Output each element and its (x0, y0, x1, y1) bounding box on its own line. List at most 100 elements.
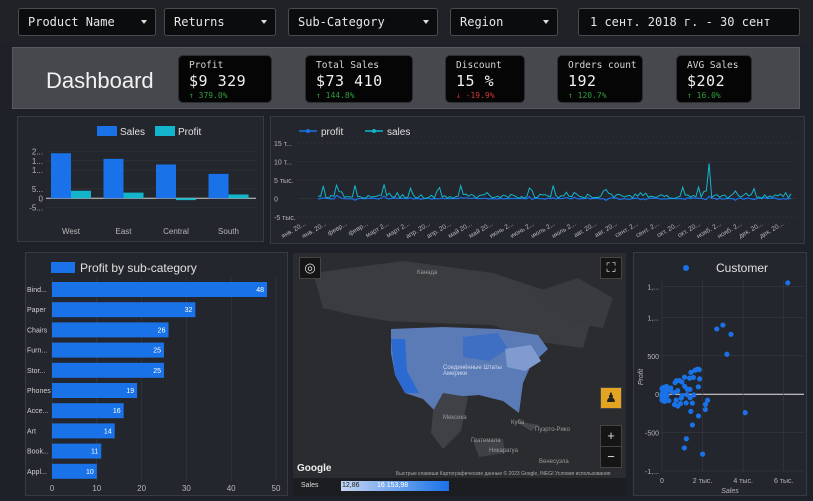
scatter-point (678, 395, 684, 401)
timeseries-panel: profit sales 15 т... 10 т... 5 тыс. 0 -5 тыс. я… (270, 116, 805, 244)
x-tick-label: февр... (326, 221, 348, 238)
x-tick-label: авг. 20... (573, 221, 598, 240)
sub-category-filter[interactable]: Sub-Category (288, 8, 438, 36)
customer-scatter-chart: Customer1,...1,...5000-500-1,...0 2 тыс. 4… (638, 261, 804, 495)
x-tick-label: 2 тыс. (693, 478, 713, 485)
legend-label-profit: Profit (178, 127, 202, 138)
y-tick-label: Paper (27, 307, 46, 314)
x-tick-label: 30 (182, 484, 191, 493)
y-tick-label: 10 т... (274, 160, 292, 167)
bar-data-label: 48 (256, 287, 264, 294)
date-range-label: 1 сент. 2018 г. - 30 сент (590, 15, 771, 29)
y-tick-label: 0 (274, 197, 278, 204)
pegman-icon[interactable]: ♟ (600, 387, 622, 409)
y-tick-label: 5 тыс. (274, 178, 294, 185)
x-tick-label: 6 тыс. (774, 478, 794, 485)
bar-profit-west (71, 190, 91, 199)
legend-marker (683, 265, 689, 271)
map-label-venezuela: Венесуэла (539, 459, 569, 465)
scatter-point (688, 408, 694, 414)
bar-5 (52, 383, 138, 398)
locate-icon[interactable]: ◎ (299, 257, 321, 279)
date-range-filter[interactable]: 1 сент. 2018 г. - 30 сент (578, 8, 800, 36)
region-bar-chart: Sales Profit2...1...1...5...0-5...West Eas… (29, 126, 256, 236)
x-tick-label: East (115, 227, 132, 236)
kpi-label: Profit (189, 60, 224, 71)
x-tick-label: 10 (92, 484, 101, 493)
scatter-point (681, 374, 688, 380)
bar-2 (52, 322, 169, 338)
kpi-value: $73 410 (316, 72, 383, 90)
zoom-out-button[interactable]: − (600, 446, 622, 468)
x-tick-label: Central (163, 227, 189, 236)
bar-1 (52, 302, 196, 318)
region-filter-label: Region (460, 15, 504, 29)
scatter-point (702, 406, 708, 413)
page-title: Dashboard (46, 68, 154, 93)
y-tick-label: 0 (39, 194, 44, 203)
x-tick-label: июль 2... (551, 221, 578, 240)
y-tick-label: Appl... (27, 469, 47, 476)
scatter-point (699, 451, 706, 457)
kpi-delta: ↑ 379.0% (189, 91, 228, 100)
bar-profit-east (123, 192, 144, 199)
scale-max: 16 153,98 (377, 482, 409, 489)
region-filter[interactable]: Region (450, 8, 558, 36)
legend-marker-sales (372, 129, 376, 133)
y-tick-label: Phones (27, 388, 51, 395)
kpi-profit: Profit $9 329 ↑ 379.0% (178, 55, 272, 103)
scatter-point (687, 395, 693, 401)
kpi-label: Discount (456, 60, 502, 71)
scatter-point (720, 322, 726, 328)
bar-4 (52, 362, 164, 378)
zoom-in-button[interactable]: + (600, 425, 622, 447)
kpi-value: $202 (687, 72, 726, 90)
bar-data-label: 25 (153, 368, 161, 375)
timeseries-line-chart: profit sales15 т...10 т...5 тыс.0-5 тыс.я… (274, 127, 796, 240)
dashboard-header: Dashboard Profit $9 329 ↑ 379.0% Total S… (12, 47, 800, 109)
bar-sales-central (156, 164, 176, 199)
sub-category-filter-label: Sub-Category (298, 15, 385, 29)
y-tick-label: 15 т... (274, 141, 292, 148)
returns-filter-label: Returns (174, 15, 225, 29)
chart-title: Profit by sub-category (80, 261, 197, 275)
fullscreen-icon[interactable]: ⛶ (600, 257, 622, 279)
scatter-point (714, 326, 720, 332)
chevron-down-icon (141, 20, 147, 24)
kpi-label: AVG Sales (687, 60, 739, 71)
kpi-value: $9 329 (189, 72, 247, 90)
scatter-point (683, 436, 689, 442)
y-tick-label: Bind... (27, 287, 47, 294)
subcategory-panel: Profit by sub-category 0 10 20 30 40 50 Bind...… (25, 252, 288, 496)
map-attribution: Быстрые клавиши Картографические данные … (396, 471, 611, 477)
map-label-guatemala: Гватемала (471, 438, 501, 444)
scatter-point (659, 392, 665, 398)
scatter-point (681, 445, 687, 451)
sales-map[interactable]: Канада Мексика Куба Гватемала Никарагуа … (293, 253, 626, 485)
scatter-point (663, 388, 670, 394)
series-line-sales (317, 163, 792, 200)
y-tick-label: 2... (32, 147, 43, 156)
returns-filter[interactable]: Returns (164, 8, 276, 36)
product-name-filter[interactable]: Product Name (18, 8, 156, 36)
scatter-point (728, 331, 734, 337)
y-tick-label: -1,... (645, 469, 659, 476)
y-tick-label: Stor... (27, 368, 45, 375)
scatter-point (673, 397, 679, 403)
legend-swatch (51, 262, 75, 273)
map-label-usa: Соединённые Штаты Америки (443, 365, 502, 377)
region-chart-panel: Sales Profit 2... 1... 1... 5... 0 -5... West Eas… (17, 116, 264, 242)
kpi-discount: Discount 15 % ↓ -19.9% (445, 55, 525, 103)
bar-profit-south (228, 194, 249, 199)
y-tick-label: Chairs (27, 327, 48, 334)
bar-sales-east (103, 158, 124, 199)
kpi-label: Total Sales (316, 60, 379, 71)
y-tick-label: 1,... (647, 315, 659, 322)
kpi-orders-count: Orders count 192 ↑ 120.7% (557, 55, 643, 103)
bar-3 (52, 342, 164, 358)
bar-data-label: 19 (126, 388, 134, 395)
bar-sales-west (51, 153, 71, 199)
kpi-value: 15 % (456, 72, 495, 90)
bar-data-label: 25 (153, 348, 161, 355)
map-color-scale: Sales 12,86 16 153,98 (293, 478, 626, 496)
